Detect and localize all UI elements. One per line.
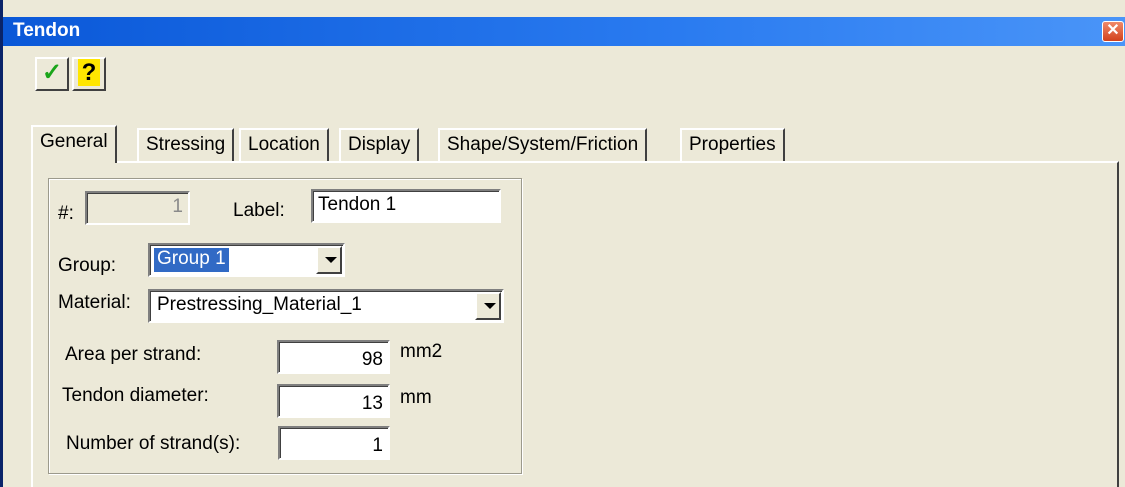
tab-display[interactable]: Display bbox=[339, 128, 420, 161]
group-select[interactable]: Group 1 bbox=[148, 243, 345, 277]
number-of-strands-label: Number of strand(s): bbox=[66, 433, 241, 454]
label-label: Label: bbox=[233, 200, 285, 221]
tendon-diameter-label: Tendon diameter: bbox=[62, 385, 209, 406]
question-icon: ? bbox=[77, 59, 101, 86]
window-title: Tendon bbox=[13, 20, 81, 41]
help-button[interactable]: ? bbox=[72, 57, 106, 91]
tab-stressing[interactable]: Stressing bbox=[137, 128, 235, 161]
number-of-strands-input[interactable]: 1 bbox=[278, 426, 390, 460]
area-per-strand-label: Area per strand: bbox=[65, 344, 202, 365]
tab-location[interactable]: Location bbox=[239, 128, 329, 161]
tendon-dialog: Tendon ✕ ✓ ? General Stressing Location … bbox=[0, 0, 1125, 487]
area-unit: mm2 bbox=[400, 341, 443, 362]
chevron-down-icon[interactable] bbox=[475, 292, 501, 320]
material-select[interactable]: Prestressing_Material_1 bbox=[148, 289, 504, 323]
diameter-unit: mm bbox=[400, 387, 432, 408]
tendon-diameter-input[interactable]: 13 bbox=[277, 384, 390, 418]
group-label: Group: bbox=[58, 255, 117, 276]
ok-button[interactable]: ✓ bbox=[35, 57, 69, 91]
area-per-strand-input[interactable]: 98 bbox=[277, 340, 390, 374]
material-label: Material: bbox=[58, 292, 131, 313]
material-selected-value: Prestressing_Material_1 bbox=[157, 294, 362, 315]
tab-shape-system-friction[interactable]: Shape/System/Friction bbox=[438, 128, 648, 161]
chevron-down-icon[interactable] bbox=[316, 246, 342, 274]
close-button[interactable]: ✕ bbox=[1102, 21, 1124, 42]
tendon-number-field: 1 bbox=[85, 191, 190, 225]
group-selected-value: Group 1 bbox=[153, 247, 230, 273]
number-label: #: bbox=[58, 203, 74, 224]
tendon-label-input[interactable]: Tendon 1 bbox=[311, 189, 501, 223]
title-bar[interactable]: Tendon ✕ bbox=[3, 17, 1125, 46]
tab-general[interactable]: General bbox=[31, 125, 117, 163]
toolbar: ✓ ? bbox=[3, 48, 1125, 98]
tab-properties[interactable]: Properties bbox=[680, 128, 785, 161]
checkmark-icon: ✓ bbox=[41, 59, 63, 86]
close-icon: ✕ bbox=[1106, 22, 1120, 39]
